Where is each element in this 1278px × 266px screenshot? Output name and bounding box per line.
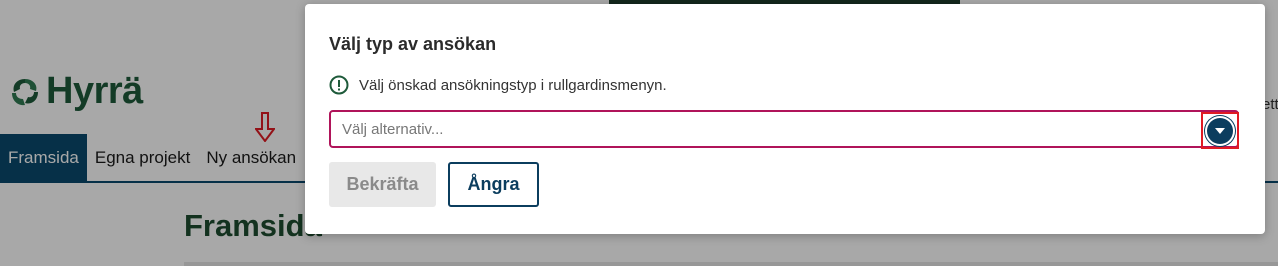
dropdown-toggle-button[interactable] <box>1201 112 1239 149</box>
chevron-down-icon <box>1215 127 1225 134</box>
info-circle-icon <box>329 75 349 95</box>
dialog-title: Välj typ av ansökan <box>329 34 497 54</box>
cancel-button[interactable]: Ångra <box>448 162 539 207</box>
dropdown-toggle-circle <box>1207 117 1233 144</box>
select-placeholder: Välj alternativ... <box>342 121 444 138</box>
info-message: Välj önskad ansökningstyp i rullgardinsm… <box>329 75 667 95</box>
application-type-dialog: Välj typ av ansökan Välj önskad ansöknin… <box>305 4 1265 234</box>
info-text: Välj önskad ansökningstyp i rullgardinsm… <box>359 76 667 94</box>
application-type-select[interactable]: Välj alternativ... <box>329 110 1239 148</box>
confirm-button[interactable]: Bekräfta <box>329 162 436 207</box>
